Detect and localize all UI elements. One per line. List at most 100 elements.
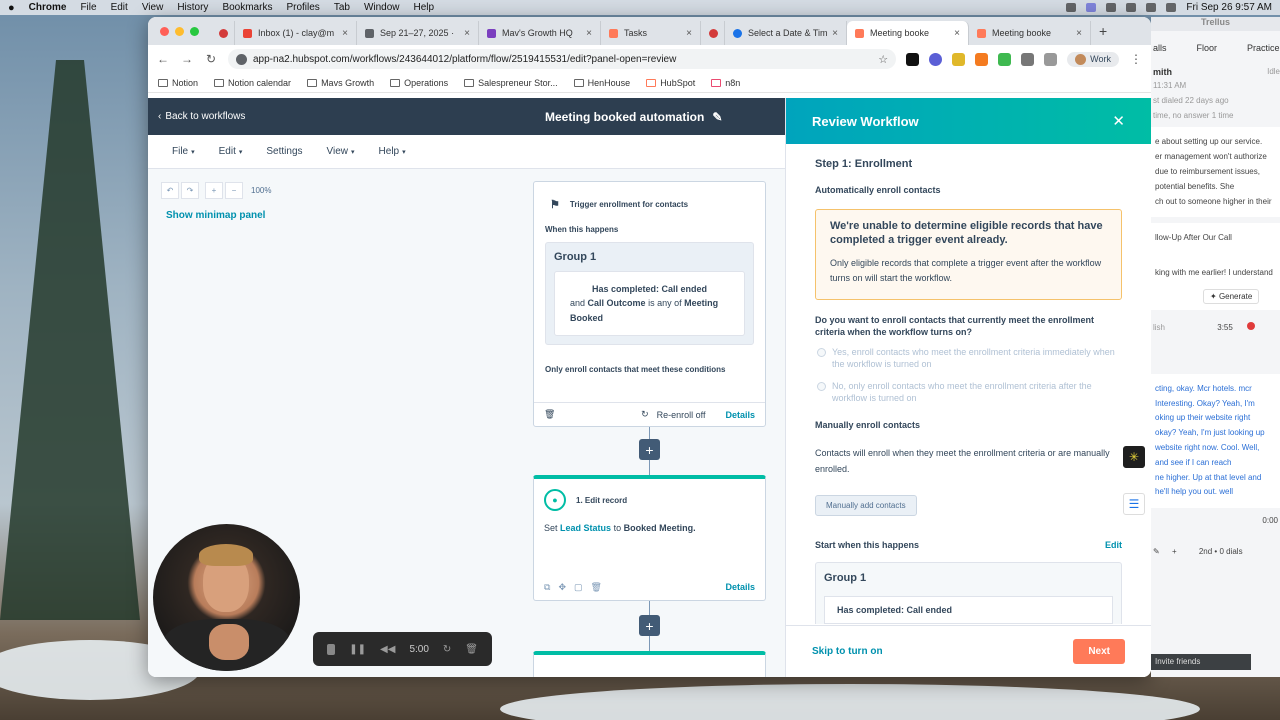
menu-profiles[interactable]: Profiles	[286, 2, 319, 13]
trigger-card[interactable]: ⚑ Trigger enrollment for contacts When t…	[533, 181, 766, 427]
address-bar[interactable]: app-na2.hubspot.com/workflows/243644012/…	[228, 49, 897, 69]
menu-app-name[interactable]: Chrome	[29, 2, 67, 13]
extension-icon[interactable]	[975, 52, 989, 66]
close-tab-icon[interactable]: ×	[954, 28, 960, 39]
browser-tab[interactable]	[701, 21, 725, 45]
browser-tab[interactable]	[211, 21, 235, 45]
close-tab-icon[interactable]: ×	[832, 28, 838, 39]
record-icon[interactable]	[1247, 321, 1256, 330]
invite-friends-button[interactable]: Invite friends	[1151, 654, 1251, 670]
plus-icon[interactable]: +	[1172, 547, 1177, 556]
tab-practice[interactable]: Practice	[1247, 43, 1280, 53]
search-icon[interactable]	[1166, 3, 1177, 12]
clock[interactable]: Fri Sep 26 9:57 AM	[1186, 2, 1272, 13]
trash-icon[interactable]: 🗑	[465, 644, 478, 655]
wifi-icon[interactable]	[1146, 3, 1157, 12]
list-icon[interactable]: ☰	[1123, 493, 1145, 515]
menu-history[interactable]: History	[177, 2, 208, 13]
browser-tab[interactable]: Mav's Growth HQ ×	[479, 21, 601, 45]
browser-tab[interactable]: Inbox (1) - clay@m ×	[235, 21, 357, 45]
bluetooth-icon[interactable]	[1126, 3, 1137, 12]
browser-tab[interactable]: Sep 21–27, 2025 · ×	[357, 21, 479, 45]
zoom-window-button[interactable]	[190, 27, 199, 36]
menu-view-dropdown[interactable]: View ▾	[327, 146, 355, 157]
trigger-details-link[interactable]: Details	[725, 410, 755, 420]
close-tab-icon[interactable]: ×	[586, 28, 592, 39]
tab-calls[interactable]: alls	[1153, 43, 1167, 53]
add-action-button[interactable]: +	[639, 439, 660, 460]
workflow-title[interactable]: Meeting booked automation ✎	[545, 110, 722, 124]
skip-to-turn-on-link[interactable]: Skip to turn on	[812, 646, 883, 657]
menu-bookmarks[interactable]: Bookmarks	[222, 2, 272, 13]
bookmark-notion-calendar[interactable]: Notion calendar	[214, 78, 291, 88]
radio-enroll-no[interactable]: No, only enroll contacts who meet the en…	[815, 380, 1122, 404]
close-tab-icon[interactable]: ×	[464, 28, 470, 39]
sparkle-icon[interactable]: ✳	[1123, 446, 1145, 468]
screen-record-icon[interactable]	[1086, 3, 1097, 12]
zoom-out-icon[interactable]: −	[225, 182, 243, 199]
next-action-card[interactable]	[533, 651, 766, 677]
apple-icon[interactable]: ●	[8, 2, 15, 14]
menu-edit-dropdown[interactable]: Edit ▾	[219, 146, 243, 157]
browser-tab[interactable]: Tasks ×	[601, 21, 701, 45]
clone-icon[interactable]: ▢	[574, 582, 583, 593]
bookmark-n8n[interactable]: n8n	[711, 78, 740, 88]
bookmark-star-icon[interactable]: ☆	[878, 53, 888, 66]
new-tab-button[interactable]: +	[1091, 23, 1115, 45]
undo-icon[interactable]: ↶	[161, 182, 179, 199]
next-button[interactable]: Next	[1073, 639, 1125, 664]
menu-tab[interactable]: Tab	[334, 2, 350, 13]
extension-icon[interactable]	[1106, 3, 1117, 12]
language-select[interactable]: lish	[1153, 323, 1165, 332]
forward-arrow-icon[interactable]: →	[180, 52, 194, 66]
zoom-in-icon[interactable]: +	[205, 182, 223, 199]
radio-button[interactable]	[817, 348, 826, 358]
extension-icon[interactable]	[929, 52, 943, 66]
trash-icon[interactable]: 🗑	[544, 409, 555, 420]
browser-tab[interactable]: Select a Date & Tim ×	[725, 21, 847, 45]
bookmark-mavs-growth[interactable]: Mavs Growth	[307, 78, 374, 88]
browser-tab[interactable]: Meeting booke ×	[969, 21, 1091, 45]
puzzle-icon[interactable]	[1021, 52, 1035, 66]
menu-help[interactable]: Help	[414, 2, 435, 13]
browser-tab-active[interactable]: Meeting booke ×	[847, 21, 969, 45]
pause-icon[interactable]: ❚❚	[349, 644, 366, 655]
manually-add-contacts-button[interactable]: Manually add contacts	[815, 495, 917, 517]
radio-enroll-yes[interactable]: Yes, enroll contacts who meet the enroll…	[815, 346, 1122, 370]
menu-settings[interactable]: Settings	[266, 146, 302, 157]
minimize-window-button[interactable]	[175, 27, 184, 36]
menu-view[interactable]: View	[142, 2, 164, 13]
radio-button[interactable]	[817, 381, 826, 391]
extension-icon[interactable]	[952, 52, 966, 66]
trash-icon[interactable]: 🗑	[591, 582, 602, 593]
pencil-icon[interactable]: ✎	[1153, 547, 1160, 556]
tab-floor[interactable]: Floor	[1197, 43, 1218, 53]
redo-icon[interactable]: ↷	[181, 182, 199, 199]
restart-icon[interactable]: ↻	[443, 644, 451, 655]
action-details-link[interactable]: Details	[725, 582, 755, 592]
mic-icon[interactable]	[1066, 3, 1077, 12]
action-card[interactable]: ● 1. Edit record Set Lead Status to Book…	[533, 475, 766, 601]
back-to-workflows-link[interactable]: ‹ Back to workflows	[158, 111, 245, 122]
bookmark-notion[interactable]: Notion	[158, 78, 198, 88]
menu-window[interactable]: Window	[364, 2, 400, 13]
reload-icon[interactable]: ↻	[204, 52, 218, 66]
menu-file[interactable]: File	[80, 2, 96, 13]
rewind-icon[interactable]: ◀◀	[380, 644, 395, 655]
add-action-button[interactable]: +	[639, 615, 660, 636]
bookmark-operations[interactable]: Operations	[390, 78, 448, 88]
back-arrow-icon[interactable]: ←	[156, 52, 170, 66]
close-tab-icon[interactable]: ×	[342, 28, 348, 39]
bookmark-hubspot[interactable]: HubSpot	[646, 78, 695, 88]
generate-button[interactable]: ✦ Generate	[1203, 288, 1260, 304]
copy-icon[interactable]: ⧉	[544, 582, 550, 593]
more-menu-icon[interactable]: ⋮	[1129, 52, 1143, 66]
sidebar-icon[interactable]	[1044, 52, 1058, 66]
pencil-icon[interactable]: ✎	[712, 110, 722, 124]
menu-file-dropdown[interactable]: File ▾	[172, 146, 195, 157]
show-minimap-link[interactable]: Show minimap panel	[166, 210, 265, 221]
site-info-icon[interactable]	[236, 53, 247, 65]
close-window-button[interactable]	[160, 27, 169, 36]
move-icon[interactable]: ✥	[558, 582, 566, 593]
menu-help-dropdown[interactable]: Help ▾	[379, 146, 406, 157]
